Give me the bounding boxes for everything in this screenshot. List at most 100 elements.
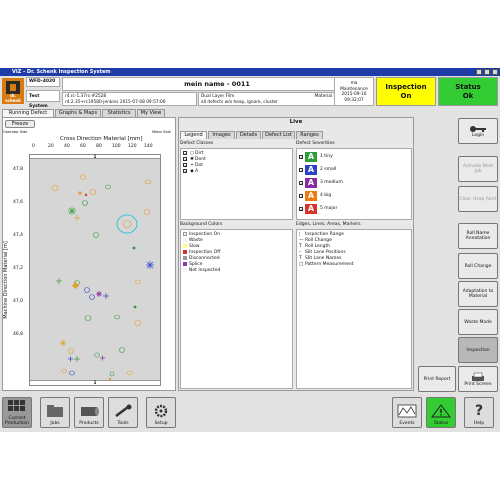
defect-dot-5: [108, 377, 112, 381]
window-title: VIZ - Dr. Schenk Inspection System: [12, 69, 111, 75]
color-swatch: [183, 244, 187, 248]
roll-name-annotation-button[interactable]: Roll Name Annotation: [458, 223, 498, 249]
adaptation-button[interactable]: Adaptation to Material: [458, 281, 498, 307]
nav-setup[interactable]: Setup: [146, 397, 176, 428]
x-tick-label: 120: [128, 144, 137, 149]
severity-row-1[interactable]: ✓ A 1 tiny: [299, 150, 409, 163]
checkbox[interactable]: ✓: [299, 154, 303, 159]
tab-legend[interactable]: Legend: [180, 131, 207, 139]
nav-events[interactable]: Events: [392, 397, 422, 428]
checkbox[interactable]: ✓: [299, 180, 303, 185]
selected-defect-ring: [116, 214, 138, 234]
tab-graphs-maps[interactable]: Graphs & Maps: [55, 109, 101, 117]
inspection-status: Inspection On: [376, 77, 436, 106]
x-tick-label: 100: [112, 144, 121, 149]
job-name: mein name - 0011: [62, 77, 372, 91]
severities-title: Defect Severities: [296, 141, 335, 146]
tab-my-view[interactable]: My View: [137, 109, 165, 117]
close-button[interactable]: [492, 69, 498, 75]
help-icon: ?: [474, 403, 484, 419]
warning-icon: [430, 403, 452, 419]
defect-marker-20: [61, 368, 67, 374]
class-row-a[interactable]: ✓ ◆ A: [183, 168, 290, 174]
tab-running-defect-map[interactable]: Running Defect Map: [2, 109, 54, 123]
nav-jobs[interactable]: Jobs: [40, 397, 70, 428]
maximize-button[interactable]: [484, 69, 490, 75]
defect-marker-21: [69, 370, 75, 376]
defect-marker-9: [93, 232, 99, 238]
tab-defect-list[interactable]: Defect List: [262, 131, 295, 139]
checkbox[interactable]: ✓: [183, 151, 187, 156]
defect-dot-2: [132, 246, 136, 250]
defect-marker-13: [135, 279, 141, 285]
wrench-icon: [112, 403, 134, 419]
severity-row-3[interactable]: ✓ A 3 medium: [299, 176, 409, 189]
motor-side-label: Motor Side: [152, 130, 171, 134]
defect-dot-1: [78, 191, 82, 195]
nav-current-production[interactable]: Current Production: [2, 397, 32, 428]
color-swatch: [183, 262, 187, 266]
defect-marker-dent-1: [71, 281, 80, 290]
bg-row-not-inspected: Not Inspected: [183, 267, 290, 273]
checkbox[interactable]: ✓: [299, 193, 303, 198]
device-id: WFD-4020: [26, 77, 60, 87]
print-screen-button[interactable]: Print Screen: [458, 366, 498, 392]
y-tick-label: 47,2: [13, 266, 24, 271]
operator-side-label: Operator Side: [3, 130, 28, 134]
mode-datetime: ma Maintenance 2015-09-10 09:32:07: [334, 77, 374, 106]
checkbox[interactable]: ✓: [183, 169, 187, 174]
color-swatch: [183, 250, 187, 254]
severity-swatch: A: [305, 190, 317, 201]
freeze-button[interactable]: Freeze: [5, 120, 35, 128]
defect-dot-3: [133, 305, 137, 309]
nav-tools[interactable]: Tools: [108, 397, 138, 428]
nav-help[interactable]: ? Help: [464, 397, 494, 428]
printer-icon: [472, 372, 484, 381]
defect-marker-1: [51, 185, 59, 191]
defect-map-plot[interactable]: 1 1: [29, 154, 161, 386]
activate-next-job-button[interactable]: Activate Next Job: [458, 156, 498, 182]
recipe-name: Dual Layer Film: [201, 94, 235, 99]
x-axis-title: Cross Direction Material [mm]: [60, 136, 143, 142]
defect-classes-title: Defect Classes: [180, 141, 214, 146]
tab-ranges[interactable]: Ranges: [296, 131, 323, 139]
x-tick-label: 140: [144, 144, 153, 149]
status-indicator: Status Ok: [438, 77, 498, 106]
key-icon: [470, 125, 486, 132]
y-axis-title: Machine Direction Material [m]: [3, 241, 9, 319]
y-tick-label: 47,0: [13, 299, 24, 304]
severity-row-2[interactable]: ✓ A 2 small: [299, 163, 409, 176]
bg-colors-title: Background Colors: [180, 222, 223, 227]
checkbox[interactable]: ✓: [299, 206, 303, 211]
minimize-button[interactable]: [476, 69, 482, 75]
login-button[interactable]: Login: [458, 118, 498, 144]
roll-change-button[interactable]: Roll Change: [458, 253, 498, 279]
checkbox[interactable]: ✓: [299, 167, 303, 172]
defect-marker-2: [80, 174, 86, 180]
tab-details[interactable]: Details: [236, 131, 261, 139]
defect-dot-4: [84, 193, 88, 197]
checkbox[interactable]: ✓: [183, 163, 187, 168]
defect-marker-6: [82, 200, 88, 206]
x-tick-label: 80: [96, 144, 102, 149]
clear-heap-alert-button[interactable]: Clear Heap Alert: [458, 186, 498, 212]
print-report-button[interactable]: Print Report: [418, 366, 456, 392]
nav-status[interactable]: Status: [426, 397, 456, 428]
defect-marker-14: [84, 315, 92, 321]
checkbox[interactable]: ✓: [183, 157, 187, 162]
grid-icon: [6, 398, 28, 414]
defect-marker-15: [114, 314, 120, 320]
defect-marker-7: [143, 209, 151, 215]
color-swatch: [183, 268, 187, 272]
tab-statistics[interactable]: Statistics: [102, 109, 136, 117]
tab-images[interactable]: Images: [208, 131, 235, 139]
nav-products[interactable]: Products: [74, 397, 104, 428]
defect-marker-5: [144, 179, 152, 185]
waste-mode-button[interactable]: Waste Mode: [458, 309, 498, 335]
severity-row-5[interactable]: ✓ A 5 major: [299, 202, 409, 215]
severity-row-4[interactable]: ✓ A 4 big: [299, 189, 409, 202]
inspection-button[interactable]: Inspection: [458, 337, 498, 363]
live-title: Live: [289, 119, 303, 125]
system-label: Test System: [26, 90, 60, 109]
defect-marker-17: [68, 348, 74, 354]
